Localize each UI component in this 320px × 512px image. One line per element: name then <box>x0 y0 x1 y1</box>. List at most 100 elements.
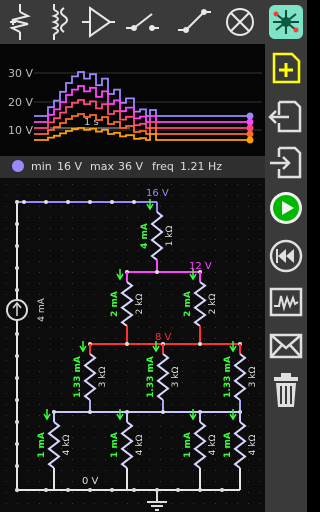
node[interactable] <box>220 488 224 492</box>
node[interactable] <box>198 342 202 346</box>
node[interactable] <box>15 288 19 292</box>
grid-dot <box>237 470 238 471</box>
grid-dot <box>94 305 95 306</box>
node[interactable] <box>22 200 26 204</box>
node[interactable] <box>15 376 19 380</box>
grid-dot <box>182 470 183 471</box>
node[interactable] <box>15 488 19 492</box>
node[interactable] <box>15 332 19 336</box>
grid-dot <box>6 349 7 350</box>
grid-dot <box>28 404 29 405</box>
grid-dot <box>50 239 51 240</box>
node[interactable] <box>15 222 19 226</box>
node[interactable] <box>88 410 92 414</box>
grid-dot <box>259 415 260 416</box>
grid-dot <box>204 228 205 229</box>
grid-dot <box>116 349 117 350</box>
node[interactable] <box>15 464 19 468</box>
resistor-r4c[interactable]: 1 mA 4 kΩ <box>183 409 218 478</box>
oscilloscope-panel[interactable]: 30 V 20 V 10 V 1 s <box>0 44 265 156</box>
grid-dot <box>50 195 51 196</box>
play-button[interactable] <box>267 188 305 228</box>
resistor-r3b[interactable]: 1.33 mA 3 kΩ <box>146 341 181 410</box>
grid-dot <box>215 382 216 383</box>
lamp-tool-button[interactable] <box>222 2 258 42</box>
open-switch-tool-button[interactable] <box>124 2 160 42</box>
grid-dot <box>94 470 95 471</box>
grid-dot <box>6 283 7 284</box>
node[interactable] <box>15 398 19 402</box>
node[interactable] <box>110 200 114 204</box>
grid-dot <box>138 283 139 284</box>
selected-trace-dot[interactable] <box>11 159 25 176</box>
node[interactable] <box>15 420 19 424</box>
node[interactable] <box>88 488 92 492</box>
grid-dot <box>127 349 128 350</box>
resistance-label: 4 kΩ <box>135 435 145 456</box>
node[interactable] <box>132 488 136 492</box>
node[interactable] <box>88 200 92 204</box>
add-component-button[interactable] <box>267 48 305 88</box>
node[interactable] <box>66 488 70 492</box>
grid-dot <box>193 371 194 372</box>
resistor-r1[interactable]: 4 mA 1 kΩ <box>140 199 175 270</box>
import-button[interactable] <box>267 142 305 182</box>
grid-dot <box>72 239 73 240</box>
current-source[interactable]: 4 mA <box>6 297 47 322</box>
node[interactable] <box>110 488 114 492</box>
resistor-r3c[interactable]: 1.33 mA 3 kΩ <box>223 341 258 410</box>
resistor-r4b[interactable]: 1 mA 4 kΩ <box>110 409 145 478</box>
grid-dot <box>226 415 227 416</box>
trash-button[interactable] <box>267 370 305 410</box>
grid-dot <box>215 195 216 196</box>
node[interactable] <box>15 266 19 270</box>
grid-dot <box>226 481 227 482</box>
grid-dot <box>72 195 73 196</box>
diode-tool-button[interactable] <box>80 2 116 42</box>
resistor-zigzag <box>193 281 207 327</box>
grid-dot <box>138 393 139 394</box>
grid-dot <box>226 404 227 405</box>
node[interactable] <box>44 488 48 492</box>
node[interactable] <box>125 342 129 346</box>
grid-dot <box>149 294 150 295</box>
node[interactable] <box>44 200 48 204</box>
grid-dot <box>215 393 216 394</box>
grid-dot <box>215 327 216 328</box>
grid-dot <box>39 503 40 504</box>
node[interactable] <box>15 354 19 358</box>
grid-dot <box>61 239 62 240</box>
grid-dot <box>127 261 128 262</box>
grid-dot <box>28 217 29 218</box>
resistor-zigzag <box>83 353 97 401</box>
node[interactable] <box>66 200 70 204</box>
grid-dot <box>105 393 106 394</box>
inductor-tool-button[interactable] <box>40 2 76 42</box>
grid-dot <box>215 404 216 405</box>
ammeter-tool-button[interactable] <box>2 2 38 42</box>
resistor-r2b[interactable]: 2 mA 2 kΩ <box>183 269 218 336</box>
resistor-r4a[interactable]: 1 mA 4 kΩ <box>37 409 72 478</box>
grid-dot <box>237 492 238 493</box>
node[interactable] <box>132 200 136 204</box>
node[interactable] <box>161 410 165 414</box>
node[interactable] <box>15 244 19 248</box>
resistor-r2a[interactable]: 2 mA 2 kΩ <box>110 269 145 336</box>
current-label: 1.33 mA <box>146 356 156 398</box>
circuit-canvas[interactable]: 4 mA 16 V 12 V8 V0 V4 mA 1 kΩ 2 mA 2 kΩ 2 mA 2 … <box>0 178 265 512</box>
grid-dot <box>149 503 150 504</box>
rewind-button[interactable] <box>267 236 305 276</box>
closed-switch-tool-button[interactable] <box>176 2 212 42</box>
grid-dot <box>138 228 139 229</box>
node[interactable] <box>15 200 19 204</box>
email-button[interactable] <box>267 326 305 366</box>
grid-dot <box>215 470 216 471</box>
oscilloscope-button[interactable] <box>267 282 305 322</box>
resistor-r4d[interactable]: 1 mA 4 kΩ <box>223 409 258 478</box>
node[interactable] <box>15 442 19 446</box>
export-button[interactable] <box>267 96 305 136</box>
resistor-r3a[interactable]: 1.33 mA 3 kΩ <box>73 341 108 410</box>
node[interactable] <box>155 270 159 274</box>
node[interactable] <box>176 488 180 492</box>
grid-dot <box>193 481 194 482</box>
